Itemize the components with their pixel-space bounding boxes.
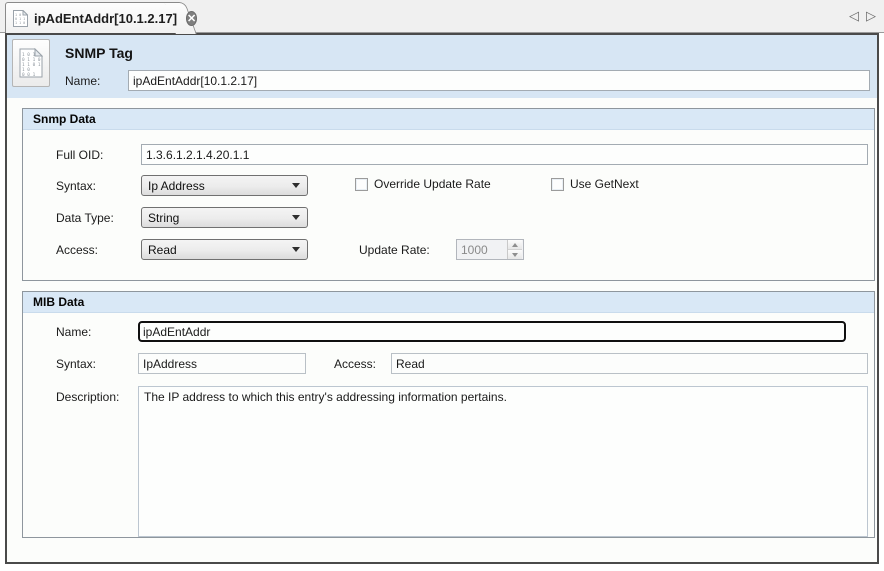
- mib-access-field[interactable]: [391, 353, 868, 374]
- tab-scroll-left-button[interactable]: ◁: [849, 8, 859, 24]
- checkbox-icon: [551, 178, 564, 191]
- mib-syntax-field[interactable]: [138, 353, 306, 374]
- snmp-tag-header: 1 0 1 0 1 1 0 1 1 0 1 1 0 0 0 1 SNMP Tag…: [7, 35, 877, 98]
- data-type-label: Data Type:: [56, 211, 114, 225]
- mib-data-group-header: MIB Data: [23, 292, 874, 313]
- snmp-tag-editor-window: 1 0 0 1 1 1 1 0 ipAdEntAddr[10.1.2.17] ✕…: [0, 0, 884, 571]
- mib-syntax-label: Syntax:: [56, 357, 96, 371]
- update-rate-label: Update Rate:: [359, 243, 430, 257]
- spinner-down-icon: [512, 253, 518, 257]
- spinner-buttons: [507, 240, 522, 259]
- access-dropdown-value: Read: [142, 243, 292, 257]
- binary-document-icon: 1 0 0 1 1 1 1 0: [13, 10, 28, 27]
- full-oid-label: Full OID:: [56, 148, 103, 162]
- document-panel: 1 0 1 0 1 1 0 1 1 0 1 1 0 0 0 1 SNMP Tag…: [5, 33, 879, 564]
- tag-name-input[interactable]: [128, 70, 870, 91]
- checkbox-icon: [355, 178, 368, 191]
- syntax-dropdown[interactable]: Ip Address: [141, 175, 308, 196]
- tag-name-label: Name:: [65, 74, 100, 88]
- tab-scroll-right-button[interactable]: ▷: [866, 8, 876, 24]
- page-title: SNMP Tag: [65, 45, 133, 61]
- syntax-label: Syntax:: [56, 179, 96, 193]
- use-getnext-label: Use GetNext: [570, 177, 639, 191]
- override-update-rate-checkbox[interactable]: Override Update Rate: [355, 177, 491, 191]
- override-update-rate-label: Override Update Rate: [374, 177, 491, 191]
- snmp-data-group: Snmp Data Full OID: Syntax: Ip Address O…: [22, 108, 875, 281]
- tab-bar: 1 0 0 1 1 1 1 0 ipAdEntAddr[10.1.2.17] ✕…: [0, 0, 884, 33]
- description-textarea[interactable]: The IP address to which this entry's add…: [138, 386, 868, 537]
- syntax-dropdown-value: Ip Address: [142, 179, 292, 193]
- chevron-down-icon: [292, 183, 300, 188]
- close-icon: ✕: [187, 13, 196, 25]
- spinner-up-icon: [512, 243, 518, 247]
- tab-close-button[interactable]: ✕: [186, 11, 197, 26]
- tab-scroll-controls: ◁ ▷: [849, 8, 876, 24]
- spinner-down-button[interactable]: [508, 250, 522, 259]
- data-type-dropdown-value: String: [142, 211, 292, 225]
- description-label: Description:: [56, 390, 119, 404]
- svg-text:1 1 0: 1 1 0: [15, 21, 25, 25]
- chevron-down-icon: [292, 247, 300, 252]
- mib-data-group-title: MIB Data: [33, 292, 84, 312]
- update-rate-spinner[interactable]: [456, 239, 524, 260]
- mib-name-label: Name:: [56, 325, 91, 339]
- use-getnext-checkbox[interactable]: Use GetNext: [551, 177, 639, 191]
- tab-ipadentaddr[interactable]: 1 0 0 1 1 1 1 0 ipAdEntAddr[10.1.2.17] ✕: [5, 2, 179, 33]
- data-type-dropdown[interactable]: String: [141, 207, 308, 228]
- access-label: Access:: [56, 243, 98, 257]
- content-area: Snmp Data Full OID: Syntax: Ip Address O…: [7, 98, 877, 562]
- snmp-data-group-header: Snmp Data: [23, 109, 874, 130]
- svg-text:0 0 1: 0 0 1: [22, 72, 36, 78]
- mib-name-input[interactable]: [138, 321, 846, 342]
- update-rate-input: [457, 240, 507, 259]
- mib-access-label: Access:: [334, 357, 376, 371]
- tab-label: ipAdEntAddr[10.1.2.17]: [34, 11, 177, 26]
- binary-document-icon-large: 1 0 1 0 1 1 0 1 1 0 1 1 0 0 0 1: [12, 39, 50, 87]
- full-oid-input[interactable]: [141, 144, 868, 165]
- chevron-down-icon: [292, 215, 300, 220]
- access-dropdown[interactable]: Read: [141, 239, 308, 260]
- spinner-up-button[interactable]: [508, 240, 522, 250]
- snmp-data-group-title: Snmp Data: [33, 109, 96, 129]
- mib-data-group: MIB Data Name: Syntax: Access: Descripti…: [22, 291, 875, 538]
